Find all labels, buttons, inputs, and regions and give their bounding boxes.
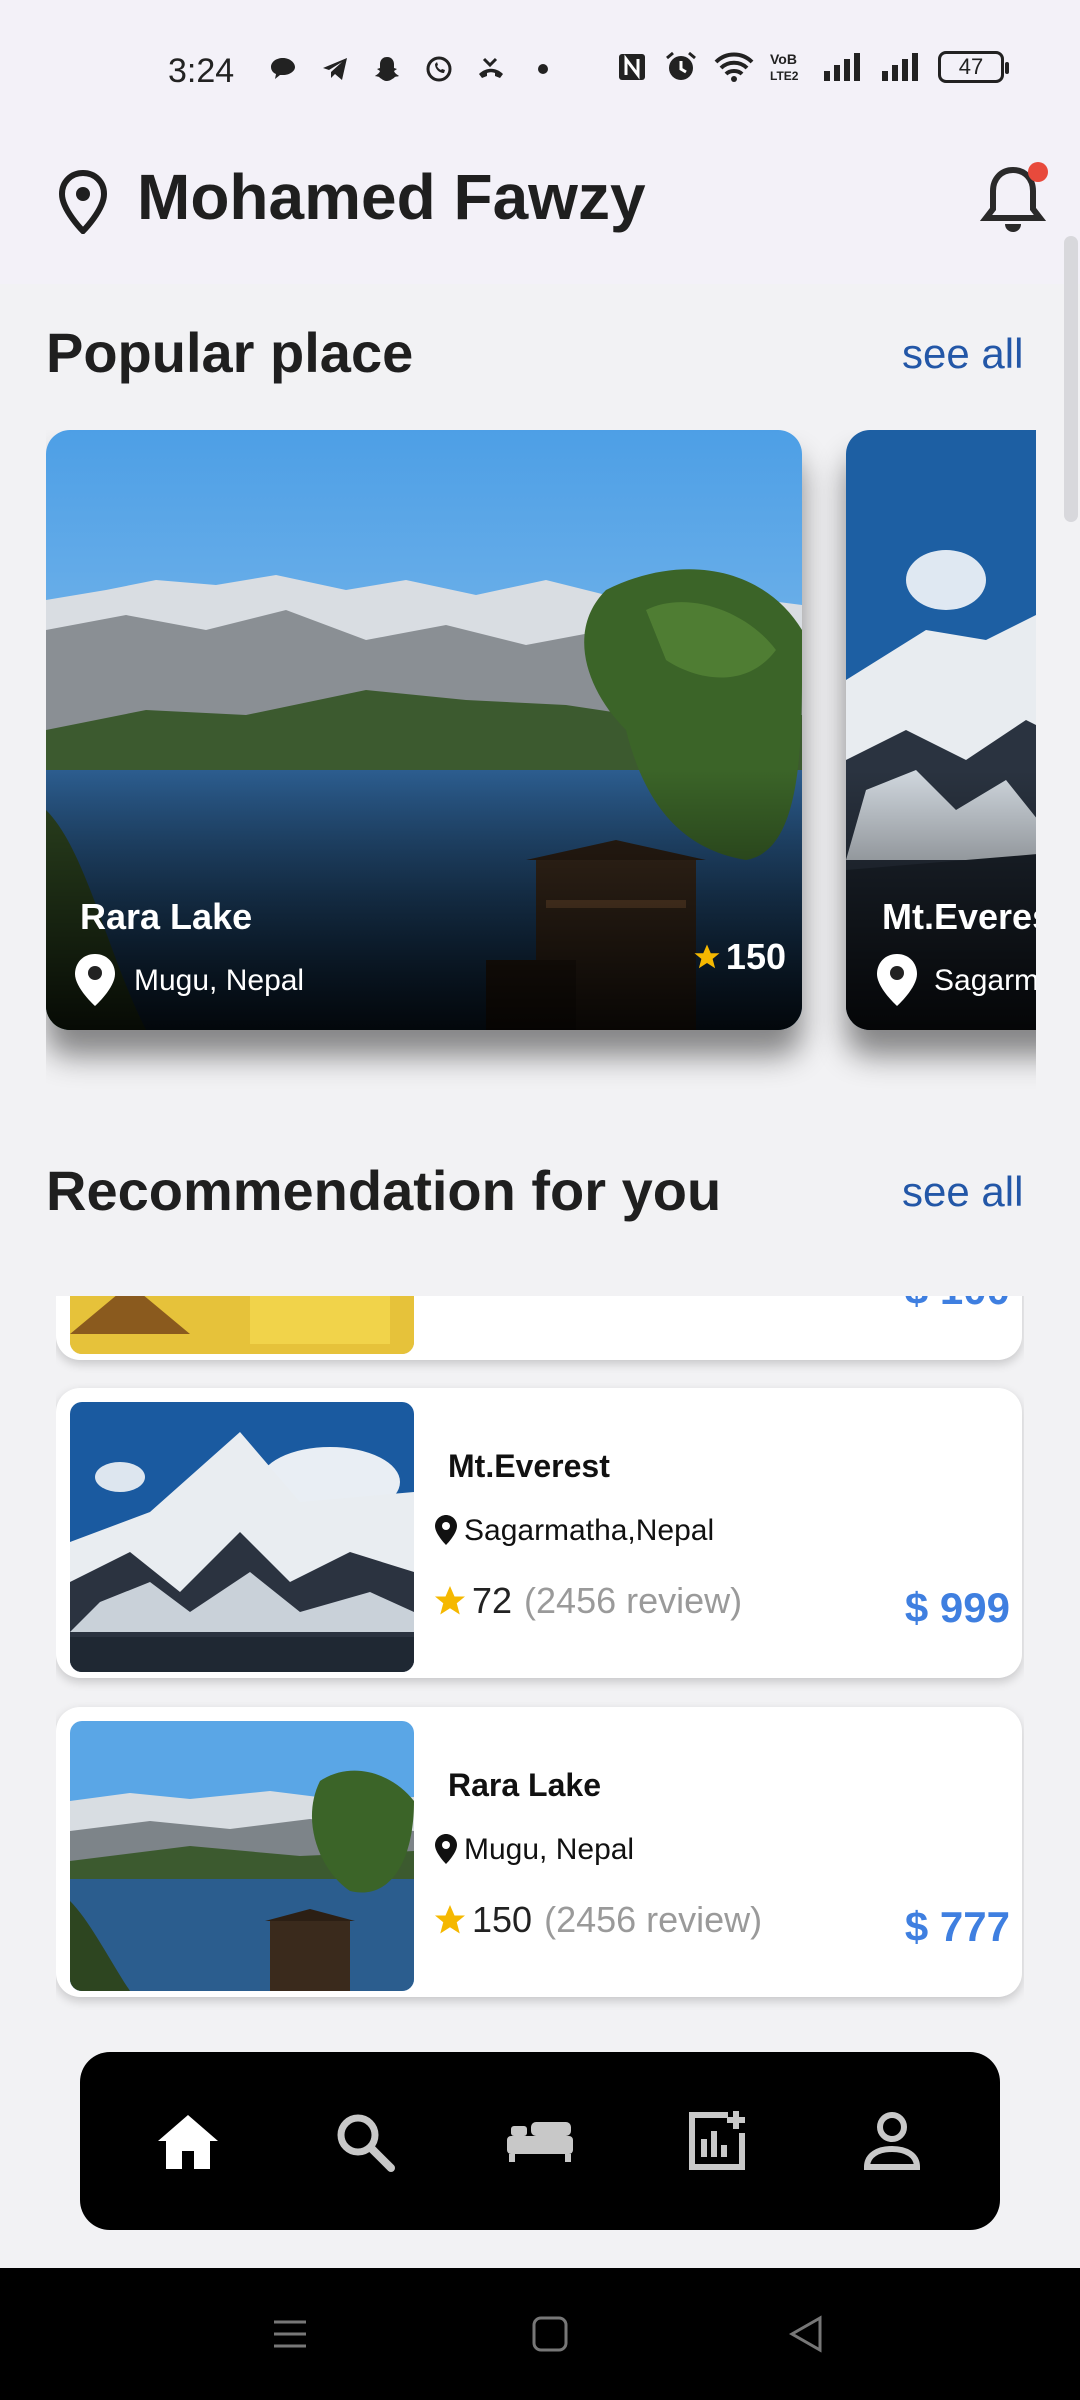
svg-text:LTE2: LTE2	[770, 69, 799, 83]
nav-bookings[interactable]	[500, 2101, 580, 2181]
recommendation-location: Sagarmatha,Nepal	[464, 1514, 715, 1547]
recommendation-rating: 72 (2456 review)	[432, 1580, 742, 1622]
review-count: (2456 review)	[524, 1580, 743, 1621]
nav-search[interactable]	[324, 2101, 404, 2181]
recommendation-see-all-link[interactable]: see all	[902, 1168, 1023, 1216]
popular-card-name: Rara Lake	[80, 896, 253, 937]
recommendation-card[interactable]: Rara Lake Mugu, Nepal 150 (2456 review) …	[56, 1707, 1022, 1997]
popular-see-all-link[interactable]: see all	[902, 330, 1023, 378]
popular-card-name: Mt.Everes	[882, 896, 1036, 937]
recommendation-price: $ 777	[904, 1903, 1010, 1950]
popular-carousel[interactable]: Rara Lake Mugu, Nepal 150 Mt.Everes Saga…	[46, 430, 1036, 1110]
recommendation-price: $ 100	[905, 1296, 1010, 1314]
popular-card[interactable]: Mt.Everes Sagarm	[846, 430, 1036, 1030]
user-name: Mohamed Fawzy	[137, 161, 646, 233]
recommendation-card[interactable]: $ 100	[56, 1296, 1022, 1360]
recommendation-image	[70, 1296, 414, 1354]
location-pin-icon	[877, 954, 917, 1006]
location-pin-icon	[435, 1834, 457, 1864]
whatsapp-icon	[424, 54, 454, 84]
system-navigation-bar	[0, 2268, 1080, 2400]
recommendation-list[interactable]: $ 100 Mt.Everest Sagarmatha,Nepal 72 (24…	[56, 1296, 1024, 2018]
recommendation-name: Rara Lake	[448, 1767, 601, 1803]
location-pin-icon	[58, 170, 108, 234]
status-bar: 3:24 VoB LTE2 47	[0, 0, 1080, 140]
nfc-icon	[619, 54, 645, 80]
home-button-icon[interactable]	[530, 2314, 570, 2354]
bed-icon	[507, 2122, 573, 2162]
popular-card[interactable]: Rara Lake Mugu, Nepal 150	[46, 430, 802, 1030]
popular-card-rating-value: 150	[725, 936, 786, 977]
missed-call-icon	[476, 54, 506, 84]
star-icon	[435, 1586, 465, 1615]
popular-section-title: Popular place	[46, 321, 414, 384]
nav-profile[interactable]	[852, 2101, 932, 2181]
recommendation-image	[70, 1402, 414, 1672]
system-icons: VoB LTE2 47	[616, 50, 1009, 84]
star-icon	[694, 944, 720, 969]
volte-icon: VoB LTE2	[770, 51, 799, 83]
review-count: (2456 review)	[544, 1899, 763, 1940]
nav-stats[interactable]	[676, 2101, 756, 2181]
back-icon[interactable]	[786, 2314, 826, 2354]
app-header: Mohamed Fawzy	[0, 140, 1080, 284]
notification-badge	[1028, 162, 1048, 182]
recommendation-rating: 150 (2456 review)	[432, 1899, 762, 1941]
notification-icons	[268, 54, 558, 84]
popular-card-location: Mugu, Nepal	[134, 964, 305, 997]
location-pin-icon	[435, 1515, 457, 1545]
recommendation-image	[70, 1721, 414, 1991]
rating-value: 72	[472, 1580, 513, 1621]
recommendation-name: Mt.Everest	[448, 1448, 610, 1484]
stats-add-icon	[689, 2111, 745, 2170]
alarm-icon	[666, 51, 696, 80]
search-icon	[337, 2114, 395, 2172]
dot-icon	[528, 54, 558, 84]
signal-icon	[882, 53, 918, 81]
signal-icon	[824, 53, 860, 81]
status-time: 3:24	[168, 52, 235, 90]
nav-home[interactable]	[148, 2101, 228, 2181]
battery-indicator: 47	[938, 51, 1009, 83]
popular-card-rating: 150	[692, 936, 786, 978]
svg-text:VoB: VoB	[770, 51, 797, 67]
recommendation-card[interactable]: Mt.Everest Sagarmatha,Nepal 72 (2456 rev…	[56, 1388, 1022, 1678]
scrollbar[interactable]	[1064, 236, 1078, 522]
person-icon	[863, 2112, 921, 2170]
recommendation-location: Mugu, Nepal	[464, 1833, 635, 1866]
location-pin-icon	[75, 954, 115, 1006]
telegram-icon	[320, 54, 350, 84]
menu-icon[interactable]	[270, 2314, 310, 2354]
message-bubble-icon	[268, 54, 298, 84]
wifi-icon	[714, 52, 754, 82]
rating-value: 150	[472, 1899, 533, 1940]
star-icon	[435, 1905, 465, 1934]
recommendation-price: $ 999	[904, 1584, 1010, 1631]
recommendation-section-title: Recommendation for you	[46, 1159, 722, 1222]
snapchat-icon	[372, 54, 402, 84]
home-icon	[158, 2115, 218, 2169]
popular-card-location: Sagarm	[934, 964, 1036, 997]
bottom-navigation	[80, 2052, 1000, 2230]
